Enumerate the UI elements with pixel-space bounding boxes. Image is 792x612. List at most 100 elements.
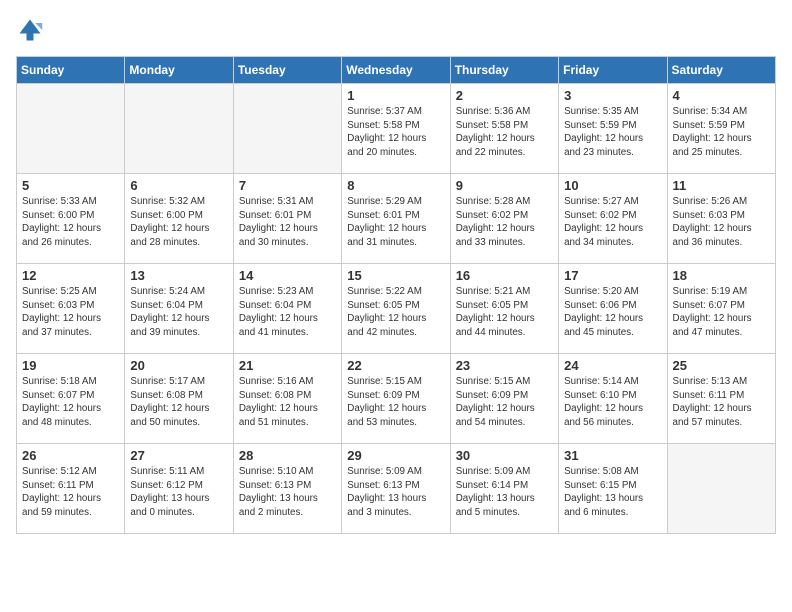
weekday-header-sunday: Sunday (17, 57, 125, 84)
calendar: SundayMondayTuesdayWednesdayThursdayFrid… (16, 56, 776, 534)
calendar-cell: 30 Sunrise: 5:09 AM Sunset: 6:14 PM Dayli… (450, 444, 558, 534)
calendar-cell: 1Sunrise: 5:37 AM Sunset: 5:58 PM Daylig… (342, 84, 450, 174)
weekday-header-tuesday: Tuesday (233, 57, 341, 84)
weekday-header-wednesday: Wednesday (342, 57, 450, 84)
day-info: Sunrise: 5:15 AM Sunset: 6:09 PM Dayligh… (347, 375, 444, 430)
weekday-header-friday: Friday (559, 57, 667, 84)
day-info: Sunrise: 5:22 AM Sunset: 6:05 PM Dayligh… (347, 285, 444, 340)
calendar-cell: 19 Sunrise: 5:18 AM Sunset: 6:07 PM Dayli… (17, 354, 125, 444)
calendar-cell: 20 Sunrise: 5:17 AM Sunset: 6:08 PM Dayli… (125, 354, 233, 444)
day-info: Sunrise: 5:25 AM Sunset: 6:03 PM Dayligh… (22, 285, 119, 340)
week-row-1: 1Sunrise: 5:37 AM Sunset: 5:58 PM Daylig… (17, 84, 776, 174)
calendar-cell: 6Sunrise: 5:32 AM Sunset: 6:00 PM Daylig… (125, 174, 233, 264)
day-number: 6 (130, 178, 227, 193)
day-number: 9 (456, 178, 553, 193)
day-info: Sunrise: 5:31 AM Sunset: 6:01 PM Dayligh… (239, 195, 336, 250)
day-info: Sunrise: 5:09 AM Sunset: 6:13 PM Dayligh… (347, 465, 444, 520)
day-number: 8 (347, 178, 444, 193)
day-number: 31 (564, 448, 661, 463)
calendar-cell: 10Sunrise: 5:27 AM Sunset: 6:02 PM Dayli… (559, 174, 667, 264)
day-number: 18 (673, 268, 770, 283)
calendar-cell: 11 Sunrise: 5:26 AM Sunset: 6:03 PM Dayli… (667, 174, 775, 264)
week-row-2: 5 Sunrise: 5:33 AM Sunset: 6:00 PM Daylig… (17, 174, 776, 264)
day-number: 29 (347, 448, 444, 463)
calendar-cell: 17Sunrise: 5:20 AM Sunset: 6:06 PM Dayli… (559, 264, 667, 354)
calendar-cell: 21 Sunrise: 5:16 AM Sunset: 6:08 PM Dayli… (233, 354, 341, 444)
day-number: 14 (239, 268, 336, 283)
day-info: Sunrise: 5:16 AM Sunset: 6:08 PM Dayligh… (239, 375, 336, 430)
weekday-header-saturday: Saturday (667, 57, 775, 84)
day-number: 3 (564, 88, 661, 103)
day-info: Sunrise: 5:23 AM Sunset: 6:04 PM Dayligh… (239, 285, 336, 340)
logo (16, 16, 48, 44)
calendar-cell: 12Sunrise: 5:25 AM Sunset: 6:03 PM Dayli… (17, 264, 125, 354)
calendar-cell: 31 Sunrise: 5:08 AM Sunset: 6:15 PM Dayli… (559, 444, 667, 534)
day-info: Sunrise: 5:36 AM Sunset: 5:58 PM Dayligh… (456, 105, 553, 160)
day-number: 28 (239, 448, 336, 463)
calendar-cell: 2Sunrise: 5:36 AM Sunset: 5:58 PM Daylig… (450, 84, 558, 174)
day-info: Sunrise: 5:19 AM Sunset: 6:07 PM Dayligh… (673, 285, 770, 340)
weekday-header-thursday: Thursday (450, 57, 558, 84)
calendar-cell (233, 84, 341, 174)
calendar-cell: 9 Sunrise: 5:28 AM Sunset: 6:02 PM Daylig… (450, 174, 558, 264)
calendar-cell: 7 Sunrise: 5:31 AM Sunset: 6:01 PM Daylig… (233, 174, 341, 264)
calendar-cell: 4Sunrise: 5:34 AM Sunset: 5:59 PM Daylig… (667, 84, 775, 174)
calendar-cell: 23 Sunrise: 5:15 AM Sunset: 6:09 PM Dayli… (450, 354, 558, 444)
calendar-cell: 13Sunrise: 5:24 AM Sunset: 6:04 PM Dayli… (125, 264, 233, 354)
calendar-cell: 8 Sunrise: 5:29 AM Sunset: 6:01 PM Daylig… (342, 174, 450, 264)
calendar-cell: 5 Sunrise: 5:33 AM Sunset: 6:00 PM Daylig… (17, 174, 125, 264)
day-info: Sunrise: 5:27 AM Sunset: 6:02 PM Dayligh… (564, 195, 661, 250)
day-info: Sunrise: 5:09 AM Sunset: 6:14 PM Dayligh… (456, 465, 553, 520)
day-info: Sunrise: 5:18 AM Sunset: 6:07 PM Dayligh… (22, 375, 119, 430)
day-info: Sunrise: 5:15 AM Sunset: 6:09 PM Dayligh… (456, 375, 553, 430)
day-number: 15 (347, 268, 444, 283)
day-info: Sunrise: 5:29 AM Sunset: 6:01 PM Dayligh… (347, 195, 444, 250)
calendar-cell: 14 Sunrise: 5:23 AM Sunset: 6:04 PM Dayli… (233, 264, 341, 354)
day-number: 4 (673, 88, 770, 103)
day-info: Sunrise: 5:26 AM Sunset: 6:03 PM Dayligh… (673, 195, 770, 250)
day-info: Sunrise: 5:24 AM Sunset: 6:04 PM Dayligh… (130, 285, 227, 340)
day-number: 21 (239, 358, 336, 373)
calendar-cell (125, 84, 233, 174)
calendar-cell: 3 Sunrise: 5:35 AM Sunset: 5:59 PM Daylig… (559, 84, 667, 174)
calendar-cell (667, 444, 775, 534)
logo-icon (16, 16, 44, 44)
day-number: 11 (673, 178, 770, 193)
calendar-cell: 22 Sunrise: 5:15 AM Sunset: 6:09 PM Dayli… (342, 354, 450, 444)
calendar-cell: 16Sunrise: 5:21 AM Sunset: 6:05 PM Dayli… (450, 264, 558, 354)
calendar-cell: 25 Sunrise: 5:13 AM Sunset: 6:11 PM Dayli… (667, 354, 775, 444)
day-info: Sunrise: 5:33 AM Sunset: 6:00 PM Dayligh… (22, 195, 119, 250)
calendar-cell: 24 Sunrise: 5:14 AM Sunset: 6:10 PM Dayli… (559, 354, 667, 444)
day-number: 20 (130, 358, 227, 373)
day-info: Sunrise: 5:12 AM Sunset: 6:11 PM Dayligh… (22, 465, 119, 520)
day-number: 22 (347, 358, 444, 373)
day-info: Sunrise: 5:11 AM Sunset: 6:12 PM Dayligh… (130, 465, 227, 520)
day-number: 26 (22, 448, 119, 463)
day-info: Sunrise: 5:20 AM Sunset: 6:06 PM Dayligh… (564, 285, 661, 340)
calendar-cell: 29 Sunrise: 5:09 AM Sunset: 6:13 PM Dayli… (342, 444, 450, 534)
day-number: 23 (456, 358, 553, 373)
day-info: Sunrise: 5:10 AM Sunset: 6:13 PM Dayligh… (239, 465, 336, 520)
day-number: 19 (22, 358, 119, 373)
day-info: Sunrise: 5:17 AM Sunset: 6:08 PM Dayligh… (130, 375, 227, 430)
calendar-cell: 15 Sunrise: 5:22 AM Sunset: 6:05 PM Dayli… (342, 264, 450, 354)
day-number: 25 (673, 358, 770, 373)
day-info: Sunrise: 5:28 AM Sunset: 6:02 PM Dayligh… (456, 195, 553, 250)
page-header (16, 16, 776, 44)
day-number: 24 (564, 358, 661, 373)
day-info: Sunrise: 5:35 AM Sunset: 5:59 PM Dayligh… (564, 105, 661, 160)
weekday-header-monday: Monday (125, 57, 233, 84)
day-number: 1 (347, 88, 444, 103)
day-info: Sunrise: 5:08 AM Sunset: 6:15 PM Dayligh… (564, 465, 661, 520)
day-info: Sunrise: 5:13 AM Sunset: 6:11 PM Dayligh… (673, 375, 770, 430)
week-row-3: 12Sunrise: 5:25 AM Sunset: 6:03 PM Dayli… (17, 264, 776, 354)
day-info: Sunrise: 5:14 AM Sunset: 6:10 PM Dayligh… (564, 375, 661, 430)
day-number: 5 (22, 178, 119, 193)
day-number: 27 (130, 448, 227, 463)
day-number: 16 (456, 268, 553, 283)
week-row-4: 19 Sunrise: 5:18 AM Sunset: 6:07 PM Dayli… (17, 354, 776, 444)
calendar-cell: 26 Sunrise: 5:12 AM Sunset: 6:11 PM Dayli… (17, 444, 125, 534)
week-row-5: 26 Sunrise: 5:12 AM Sunset: 6:11 PM Dayli… (17, 444, 776, 534)
day-number: 7 (239, 178, 336, 193)
day-number: 30 (456, 448, 553, 463)
